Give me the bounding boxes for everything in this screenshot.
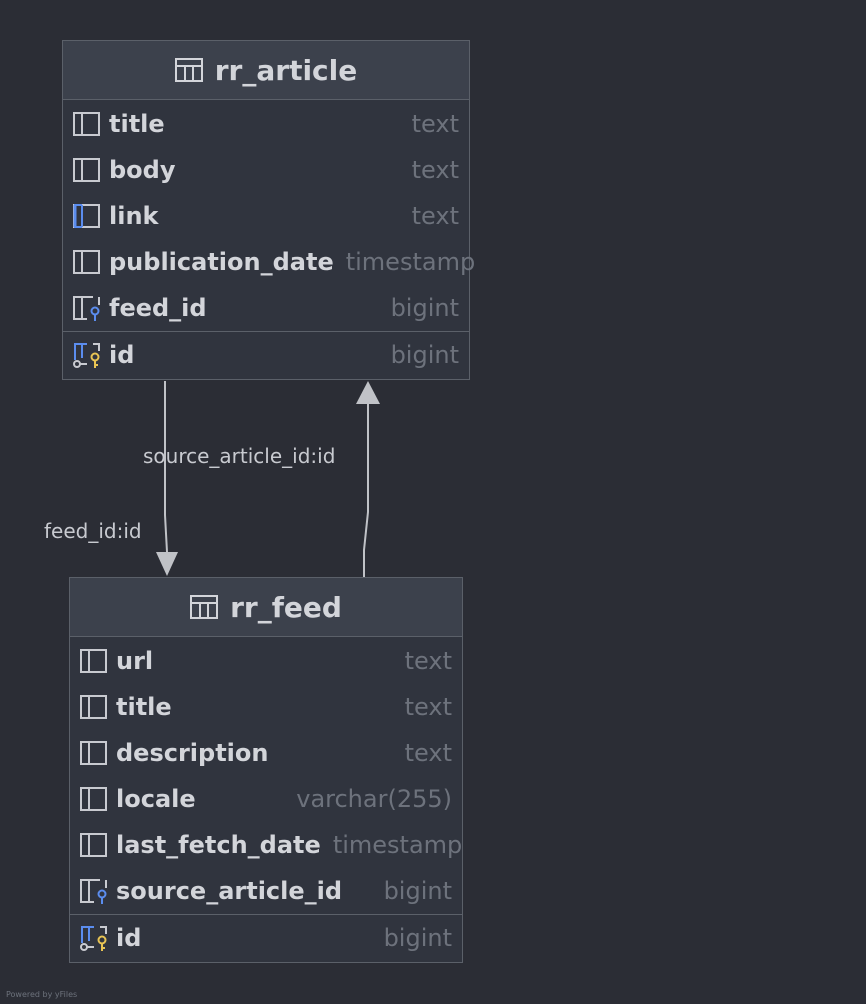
column-type: varchar(255): [296, 785, 452, 813]
table-title: rr_article: [214, 53, 358, 87]
column-type: bigint: [390, 341, 459, 369]
column-name: feed_id: [109, 294, 207, 322]
relation-arrowhead-feed-id: [156, 552, 178, 576]
column-name: id: [116, 924, 142, 952]
foreign-key-icon: [80, 879, 107, 904]
table-title: rr_feed: [230, 590, 342, 624]
table-icon: [174, 58, 203, 82]
primary-key-section: id bigint: [70, 914, 462, 961]
column-name: source_article_id: [116, 877, 343, 905]
table-rr-feed[interactable]: rr_feed url text title text description …: [69, 577, 463, 963]
column-type: text: [404, 739, 452, 767]
column-type: timestamp: [332, 831, 463, 859]
table-header[interactable]: rr_article: [63, 41, 469, 100]
column-name: title: [116, 693, 172, 721]
foreign-key-icon: [73, 296, 100, 321]
column-name: id: [109, 341, 135, 369]
powered-by-label: Powered by yFiles: [6, 990, 78, 999]
column-icon: [80, 741, 107, 765]
column-row[interactable]: locale varchar(255): [70, 776, 462, 822]
column-type: bigint: [383, 924, 452, 952]
column-icon: [73, 250, 100, 274]
column-type: text: [411, 156, 459, 184]
diagram-canvas: source_article_id:id feed_id:id rr_artic…: [0, 0, 866, 1004]
column-type: bigint: [390, 294, 459, 322]
column-type: text: [404, 693, 452, 721]
primary-key-icon: [73, 343, 100, 368]
relation-label-feed-id: feed_id:id: [44, 519, 142, 543]
column-name: description: [116, 739, 269, 767]
column-unique-icon: [73, 204, 100, 228]
column-row[interactable]: url text: [70, 638, 462, 684]
table-header[interactable]: rr_feed: [70, 578, 462, 637]
column-name: title: [109, 110, 165, 138]
column-row[interactable]: publication_date timestamp: [63, 239, 475, 285]
column-icon: [73, 158, 100, 182]
column-icon: [80, 695, 107, 719]
column-name: body: [109, 156, 176, 184]
column-row[interactable]: source_article_id bigint: [70, 868, 462, 914]
column-row[interactable]: link text: [63, 193, 469, 239]
column-type: bigint: [383, 877, 452, 905]
column-icon: [73, 112, 100, 136]
column-name: publication_date: [109, 248, 334, 276]
column-list: url text title text description text loc…: [70, 637, 462, 914]
column-name: url: [116, 647, 154, 675]
column-row[interactable]: last_fetch_date timestamp: [70, 822, 462, 868]
column-row[interactable]: title text: [70, 684, 462, 730]
column-icon: [80, 787, 107, 811]
column-type: text: [411, 202, 459, 230]
column-icon: [80, 833, 107, 857]
column-row[interactable]: body text: [63, 147, 469, 193]
table-icon: [190, 595, 219, 619]
column-name: link: [109, 202, 159, 230]
column-type: text: [411, 110, 459, 138]
column-row[interactable]: title text: [63, 101, 469, 147]
column-name: last_fetch_date: [116, 831, 321, 859]
primary-key-icon: [80, 926, 107, 951]
column-row[interactable]: description text: [70, 730, 462, 776]
column-type: text: [404, 647, 452, 675]
primary-key-section: id bigint: [63, 331, 469, 378]
table-rr-article[interactable]: rr_article title text body text link tex…: [62, 40, 475, 380]
primary-key-row[interactable]: id bigint: [63, 332, 469, 378]
relation-label-source-article-id: source_article_id:id: [143, 444, 335, 468]
primary-key-row[interactable]: id bigint: [70, 915, 462, 961]
relation-edge-source-article-id[interactable]: [363, 404, 369, 577]
column-row[interactable]: feed_id bigint: [63, 285, 469, 331]
column-name: locale: [116, 785, 196, 813]
column-icon: [80, 649, 107, 673]
relation-arrowhead-source-article-id: [356, 381, 380, 404]
column-type: timestamp: [345, 248, 476, 276]
column-list: title text body text link text publicati…: [63, 100, 475, 331]
